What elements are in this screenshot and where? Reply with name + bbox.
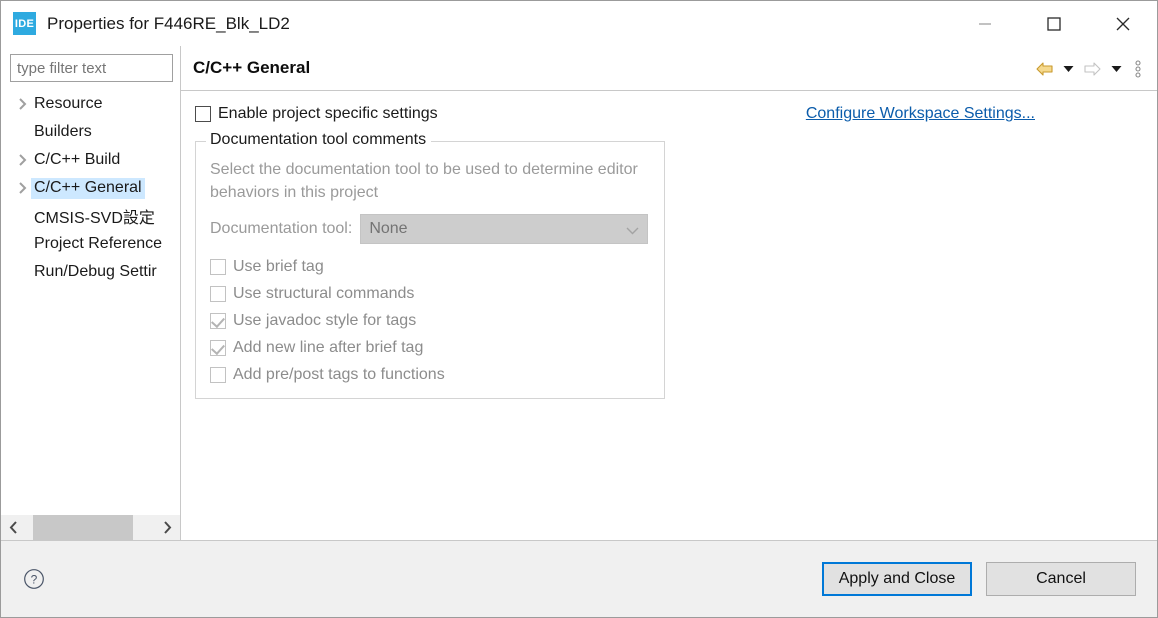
- sidebar-item-label: Resource: [34, 94, 103, 112]
- settings-tree: Resource Builders C/C++ Build C/C++ Gene…: [1, 90, 180, 514]
- use-javadoc-style-row: Use javadoc style for tags: [210, 312, 650, 330]
- title-bar: IDE Properties for F446RE_Blk_LD2: [1, 1, 1157, 46]
- use-javadoc-style-label: Use javadoc style for tags: [233, 312, 417, 329]
- scrollbar-thumb[interactable]: [33, 514, 133, 540]
- page-title: C/C++ General: [193, 58, 311, 77]
- add-new-line-after-brief-tag-row: Add new line after brief tag: [210, 339, 650, 357]
- top-row: Enable project specific settings Configu…: [195, 105, 1143, 123]
- footer-buttons: Apply and Close Cancel: [822, 562, 1136, 596]
- window-controls: [950, 1, 1157, 46]
- dialog-body: Resource Builders C/C++ Build C/: [1, 46, 1157, 540]
- settings-page: C/C++ General Enable project specific se…: [181, 46, 1157, 540]
- use-brief-tag-checkbox: [210, 259, 226, 275]
- configure-workspace-settings-link[interactable]: Configure Workspace Settings...: [806, 105, 1035, 123]
- sidebar-item-cmsis-svd[interactable]: CMSIS-SVD設定: [1, 202, 180, 230]
- help-icon[interactable]: ?: [23, 568, 45, 590]
- enable-project-specific-settings-checkbox-row[interactable]: Enable project specific settings: [195, 105, 438, 123]
- back-arrow-icon[interactable]: [1033, 54, 1055, 84]
- documentation-tool-comments-group: Documentation tool comments Select the d…: [195, 131, 665, 399]
- sidebar-item-label: Project Reference: [34, 234, 163, 252]
- chevron-down-icon[interactable]: [626, 215, 639, 245]
- sidebar-item-project-reference[interactable]: Project Reference: [1, 230, 180, 258]
- sidebar-item-label: C/C++ General: [31, 177, 145, 199]
- chevron-right-icon[interactable]: [13, 98, 31, 110]
- ide-app-icon: IDE: [13, 12, 36, 35]
- filter-container: [1, 46, 180, 82]
- add-pre-post-tags-row: Add pre/post tags to functions: [210, 366, 650, 384]
- cancel-button[interactable]: Cancel: [986, 562, 1136, 596]
- sidebar-item-label: C/C++ Build: [34, 150, 121, 168]
- page-header: C/C++ General: [181, 46, 1157, 91]
- svg-text:?: ?: [31, 573, 38, 587]
- filter-input[interactable]: [10, 54, 173, 82]
- use-brief-tag-row: Use brief tag: [210, 258, 650, 276]
- documentation-options-list: Use brief tag Use structural commands Us…: [210, 258, 650, 384]
- enable-project-specific-settings-label: Enable project specific settings: [218, 105, 438, 122]
- view-menu-icon[interactable]: [1129, 54, 1147, 84]
- add-pre-post-tags-checkbox: [210, 367, 226, 383]
- use-structural-commands-checkbox: [210, 286, 226, 302]
- documentation-tool-label: Documentation tool:: [210, 220, 353, 237]
- sidebar-horizontal-scrollbar[interactable]: [1, 514, 180, 540]
- chevron-right-icon[interactable]: [13, 182, 31, 194]
- page-content: Enable project specific settings Configu…: [181, 91, 1157, 540]
- maximize-button[interactable]: [1019, 1, 1088, 46]
- sidebar-item-cpp-general[interactable]: C/C++ General: [1, 174, 180, 202]
- documentation-tool-dropdown[interactable]: None: [360, 214, 649, 245]
- use-structural-commands-row: Use structural commands: [210, 285, 650, 303]
- scroll-right-button[interactable]: [154, 514, 180, 540]
- documentation-tool-row: Documentation tool: None: [210, 214, 650, 244]
- sidebar-item-label: Run/Debug Settir: [34, 262, 157, 280]
- forward-arrow-icon: [1081, 54, 1103, 84]
- group-description: Select the documentation tool to be used…: [210, 161, 638, 201]
- use-brief-tag-label: Use brief tag: [233, 258, 324, 275]
- documentation-tool-value: None: [369, 220, 408, 237]
- page-nav-toolbar: [1033, 46, 1147, 91]
- sidebar-item-cpp-build[interactable]: C/C++ Build: [1, 146, 180, 174]
- apply-and-close-button[interactable]: Apply and Close: [822, 562, 972, 596]
- scroll-left-button[interactable]: [1, 514, 27, 540]
- sidebar-item-run-debug-settings[interactable]: Run/Debug Settir: [1, 258, 180, 286]
- minimize-button[interactable]: [950, 1, 1019, 46]
- sidebar-item-label: CMSIS-SVD設定: [34, 209, 155, 227]
- use-javadoc-style-checkbox: [210, 313, 226, 329]
- sidebar-item-resource[interactable]: Resource: [1, 90, 180, 118]
- settings-sidebar: Resource Builders C/C++ Build C/: [1, 46, 181, 540]
- close-button[interactable]: [1088, 1, 1157, 46]
- chevron-right-icon[interactable]: [13, 154, 31, 166]
- window-title: Properties for F446RE_Blk_LD2: [47, 13, 290, 33]
- dialog-footer: ? Apply and Close Cancel: [1, 540, 1157, 617]
- use-structural-commands-label: Use structural commands: [233, 285, 415, 302]
- group-title: Documentation tool comments: [206, 131, 432, 149]
- forward-dropdown-icon[interactable]: [1105, 54, 1127, 84]
- sidebar-item-label: Builders: [34, 122, 92, 140]
- properties-dialog: IDE Properties for F446RE_Blk_LD2 type f…: [0, 0, 1158, 618]
- enable-project-specific-settings-checkbox[interactable]: [195, 106, 211, 122]
- add-pre-post-tags-label: Add pre/post tags to functions: [233, 366, 445, 383]
- add-new-line-after-brief-tag-label: Add new line after brief tag: [233, 339, 424, 356]
- scrollbar-track[interactable]: [27, 514, 154, 540]
- add-new-line-after-brief-tag-checkbox: [210, 340, 226, 356]
- back-dropdown-icon[interactable]: [1057, 54, 1079, 84]
- sidebar-item-builders[interactable]: Builders: [1, 118, 180, 146]
